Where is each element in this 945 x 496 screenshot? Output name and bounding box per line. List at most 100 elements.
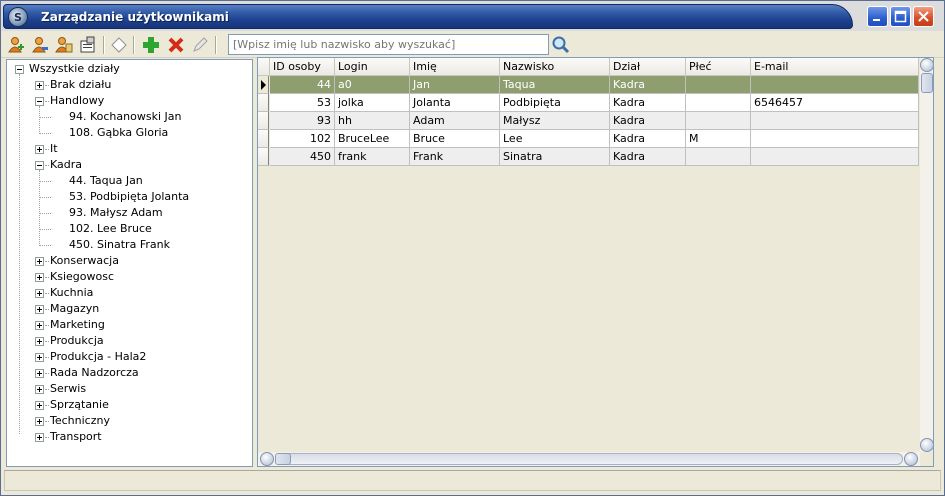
row-selector[interactable] (258, 130, 269, 148)
cell-email[interactable]: 6546457 (751, 94, 919, 112)
maximize-button[interactable] (890, 6, 911, 27)
tree-collapse-icon[interactable] (15, 65, 24, 74)
scroll-left-button[interactable] (260, 452, 274, 466)
cell-department[interactable]: Kadra (610, 76, 686, 94)
cell-id[interactable]: 102 (270, 130, 335, 148)
tree-expand-icon[interactable] (35, 289, 44, 298)
tree-expand-icon[interactable] (35, 385, 44, 394)
tree-node-department[interactable]: Techniczny (7, 413, 252, 429)
cell-login[interactable]: frank (335, 148, 410, 166)
title-bar[interactable]: S Zarządzanie użytkownikami (1, 1, 944, 31)
tree-node-department[interactable]: Serwis (7, 381, 252, 397)
tree-node-department[interactable]: Brak działu (7, 77, 252, 93)
horizontal-scroll-thumb[interactable] (275, 453, 291, 465)
tree-node-department[interactable]: Handlowy (7, 93, 252, 109)
department-tree[interactable]: Wszystkie działy Brak działu Handlowy 94. K… (6, 59, 253, 467)
cell-first-name[interactable]: Bruce (410, 130, 500, 148)
tree-node-department[interactable]: Kadra (7, 157, 252, 173)
column-header-id[interactable]: ID osoby (270, 58, 335, 76)
minimize-button[interactable] (867, 6, 888, 27)
tree-expand-icon[interactable] (35, 433, 44, 442)
tree-node-department[interactable]: Sprzątanie (7, 397, 252, 413)
table-row[interactable]: 450 frank Frank Sinatra Kadra (258, 148, 919, 166)
cell-last-name[interactable]: Lee (500, 130, 610, 148)
app-icon[interactable]: S (8, 7, 28, 27)
tree-node-department[interactable]: Magazyn (7, 301, 252, 317)
add-user-button[interactable] (6, 35, 26, 55)
delete-button[interactable] (166, 35, 186, 55)
cell-gender[interactable] (686, 148, 751, 166)
tree-expand-icon[interactable] (35, 305, 44, 314)
user-properties-button[interactable] (78, 35, 98, 55)
tree-node-department[interactable]: Transport (7, 429, 252, 445)
cell-login[interactable]: a0 (335, 76, 410, 94)
search-input[interactable] (228, 34, 549, 55)
column-header-first-name[interactable]: Imię (410, 58, 500, 76)
column-header-gender[interactable]: Płeć (686, 58, 751, 76)
cell-id[interactable]: 93 (270, 112, 335, 130)
tree-expand-icon[interactable] (35, 353, 44, 362)
clear-button[interactable] (109, 35, 129, 55)
cell-department[interactable]: Kadra (610, 112, 686, 130)
add-button[interactable] (141, 35, 161, 55)
tree-expand-icon[interactable] (35, 417, 44, 426)
tree-node-department[interactable]: Konserwacja (7, 253, 252, 269)
cell-department[interactable]: Kadra (610, 130, 686, 148)
cell-id[interactable]: 450 (270, 148, 335, 166)
scroll-up-button[interactable] (920, 58, 933, 72)
cell-gender[interactable]: M (686, 130, 751, 148)
users-grid[interactable]: ID osoby Login Imię Nazwisko Dział Płeć E-mail… (257, 57, 934, 467)
tree-expand-icon[interactable] (35, 369, 44, 378)
tree-expand-icon[interactable] (35, 273, 44, 282)
scroll-right-button[interactable] (904, 452, 918, 466)
tree-node-department[interactable]: Produkcja (7, 333, 252, 349)
column-header-last-name[interactable]: Nazwisko (500, 58, 610, 76)
cell-login[interactable]: BruceLee (335, 130, 410, 148)
tree-expand-icon[interactable] (35, 145, 44, 154)
scroll-down-button[interactable] (920, 438, 933, 452)
vertical-scroll-thumb[interactable] (921, 73, 933, 93)
tree-expand-icon[interactable] (35, 257, 44, 266)
tree-node-department[interactable]: Produkcja - Hala2 (7, 349, 252, 365)
tree-node-department[interactable]: Ksiegowosc (7, 269, 252, 285)
row-selector[interactable] (258, 94, 269, 112)
user-group-button[interactable] (54, 35, 74, 55)
row-selector[interactable] (258, 76, 269, 94)
row-selector[interactable] (258, 148, 269, 166)
cell-first-name[interactable]: Adam (410, 112, 500, 130)
tree-node-department[interactable]: Kuchnia (7, 285, 252, 301)
cell-first-name[interactable]: Jan (410, 76, 500, 94)
cell-gender[interactable] (686, 112, 751, 130)
cell-last-name[interactable]: Podbipięta (500, 94, 610, 112)
table-row[interactable]: 102 BruceLee Bruce Lee Kadra M (258, 130, 919, 148)
cell-gender[interactable] (686, 94, 751, 112)
cell-last-name[interactable]: Taqua (500, 76, 610, 94)
horizontal-scroll-track[interactable] (275, 453, 903, 465)
cell-department[interactable]: Kadra (610, 94, 686, 112)
cell-last-name[interactable]: Sinatra (500, 148, 610, 166)
tree-expand-icon[interactable] (35, 81, 44, 90)
tree-expand-icon[interactable] (35, 401, 44, 410)
tree-node-department[interactable]: Marketing (7, 317, 252, 333)
tree-node-department[interactable]: It (7, 141, 252, 157)
column-header-department[interactable]: Dział (610, 58, 686, 76)
cell-email[interactable] (751, 148, 919, 166)
cell-login[interactable]: jolka (335, 94, 410, 112)
cell-login[interactable]: hh (335, 112, 410, 130)
cell-id[interactable]: 53 (270, 94, 335, 112)
tree-expand-icon[interactable] (35, 321, 44, 330)
cell-last-name[interactable]: Małysz (500, 112, 610, 130)
tree-expand-icon[interactable] (35, 337, 44, 346)
cell-id[interactable]: 44 (270, 76, 335, 94)
search-button[interactable] (551, 35, 571, 55)
cell-email[interactable] (751, 112, 919, 130)
table-row[interactable]: 44 a0 Jan Taqua Kadra (258, 76, 919, 94)
tree-root-all-departments[interactable]: Wszystkie działy (7, 61, 252, 77)
column-header-email[interactable]: E-mail (751, 58, 919, 76)
tree-node-department[interactable]: Rada Nadzorcza (7, 365, 252, 381)
cell-gender[interactable] (686, 76, 751, 94)
edit-user-button[interactable] (30, 35, 50, 55)
close-button[interactable] (913, 6, 934, 27)
tree-collapse-icon[interactable] (35, 97, 44, 106)
tree-collapse-icon[interactable] (35, 161, 44, 170)
